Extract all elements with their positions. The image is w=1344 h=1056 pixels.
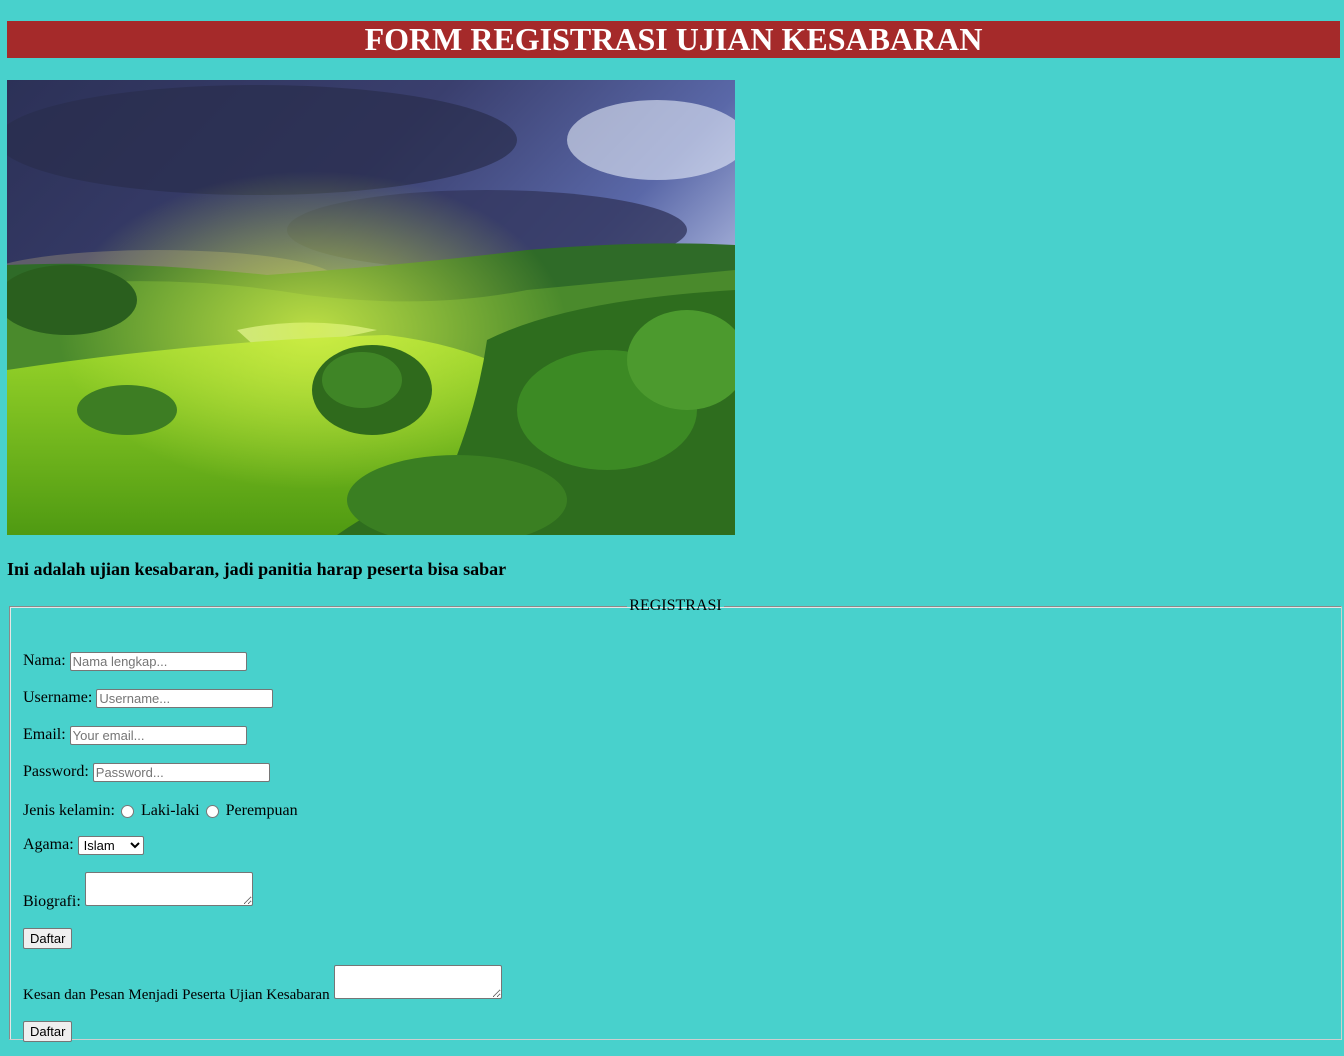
kesan-label: Kesan dan Pesan Menjadi Peserta Ujian Ke… (23, 987, 330, 1003)
agama-label: Agama: (23, 836, 74, 854)
password-input[interactable] (92, 763, 270, 782)
registration-fieldset: REGISTRASI Nama: Username: Email: Passwo… (9, 597, 1342, 1042)
agama-select[interactable]: Islam (77, 836, 144, 855)
nama-input[interactable] (69, 652, 247, 671)
gender-option-female[interactable]: Perempuan (226, 802, 298, 819)
daftar-button-2[interactable]: Daftar (23, 1021, 73, 1042)
submit-row-1: Daftar (23, 928, 73, 949)
page-title: FORM REGISTRASI UJIAN KESABARAN (7, 21, 1340, 58)
intro-text: Ini adalah ujian kesabaran, jadi panitia… (7, 559, 507, 579)
username-row: Username: (23, 689, 274, 708)
biografi-row: Biografi: (23, 872, 253, 911)
gender-radio-male[interactable] (120, 804, 134, 818)
daftar-button[interactable]: Daftar (23, 928, 73, 949)
biografi-label: Biografi: (23, 893, 81, 910)
username-label: Username: (23, 689, 93, 707)
kesan-row: Kesan dan Pesan Menjadi Peserta Ujian Ke… (23, 965, 502, 1004)
password-row: Password: (23, 763, 270, 782)
gender-label: Jenis kelamin: (23, 802, 115, 819)
nama-label: Nama: (23, 652, 66, 670)
email-input[interactable] (69, 726, 247, 745)
biografi-textarea[interactable] (84, 872, 253, 906)
gender-option-male[interactable]: Laki-laki (141, 802, 200, 819)
gender-row: Jenis kelamin: Laki-laki Perempuan (23, 802, 298, 820)
email-row: Email: (23, 726, 247, 745)
password-label: Password: (23, 763, 89, 781)
agama-row: Agama: Islam (23, 836, 144, 855)
submit-row-2: Daftar (23, 1021, 73, 1042)
landscape-image (7, 80, 735, 535)
email-label: Email: (23, 726, 66, 744)
gender-radio-female[interactable] (205, 804, 219, 818)
username-input[interactable] (96, 689, 274, 708)
nama-row: Nama: (23, 652, 247, 671)
kesan-textarea[interactable] (333, 965, 502, 999)
registration-legend: REGISTRASI (629, 597, 722, 614)
